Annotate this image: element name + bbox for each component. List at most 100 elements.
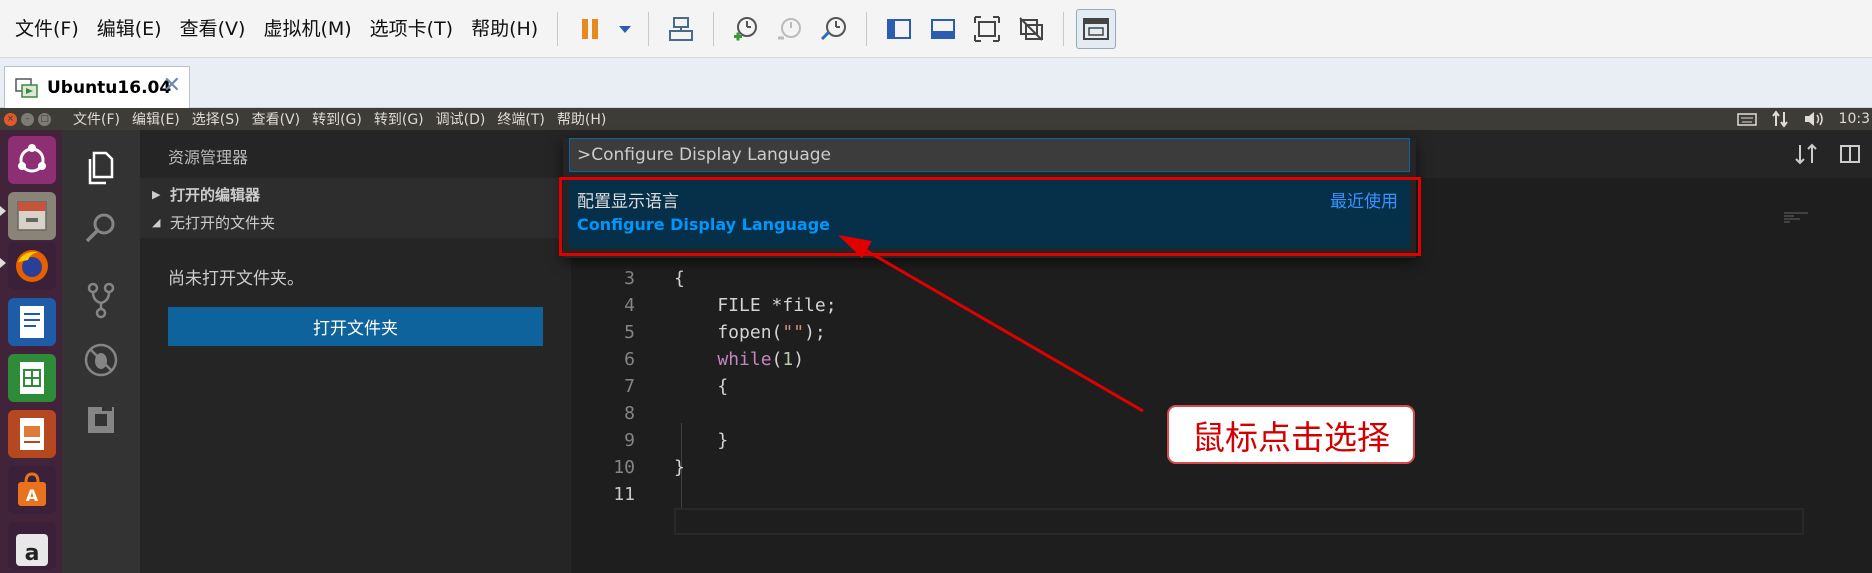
- presentation-icon: [20, 418, 44, 450]
- vm-menu-view[interactable]: 查看(V): [171, 0, 255, 58]
- window-close-icon[interactable]: ×: [4, 112, 17, 126]
- calc-icon[interactable]: [8, 354, 56, 402]
- search-button[interactable]: [81, 208, 121, 248]
- vmware-menu: 文件(F) 编辑(E) 查看(V) 虚拟机(M) 选项卡(T) 帮助(H): [0, 0, 547, 57]
- volume-icon[interactable]: [1803, 110, 1825, 128]
- snapshot-manager-button[interactable]: [814, 9, 854, 49]
- ubuntu-dash-icon[interactable]: [8, 136, 56, 184]
- firefox-logo-icon: [16, 250, 48, 282]
- minimap[interactable]: [1782, 210, 1812, 226]
- code-text: while(1): [674, 346, 804, 373]
- code-line[interactable]: 5 fopen("");: [571, 319, 1872, 346]
- editor-actions: [1794, 142, 1862, 166]
- command-palette-input[interactable]: >Configure Display Language: [569, 138, 1410, 172]
- app-menu-help[interactable]: 帮助(H): [551, 109, 612, 129]
- show-thumbnail-button[interactable]: [923, 9, 963, 49]
- code-text: {: [674, 376, 729, 397]
- code-text: {: [674, 268, 685, 289]
- power-dropdown-button[interactable]: [614, 9, 636, 49]
- snapshot-manager-icon: [821, 16, 847, 40]
- console-view-button[interactable]: [1076, 8, 1117, 49]
- running-indicator: [0, 206, 6, 216]
- app-menu-debug[interactable]: 调试(D): [430, 109, 492, 129]
- system-tray: 10:3: [1736, 108, 1872, 130]
- string-literal: "": [782, 322, 805, 343]
- open-folder-button[interactable]: 打开文件夹: [168, 307, 543, 346]
- amazon-icon[interactable]: a: [8, 522, 56, 570]
- tab-ubuntu[interactable]: Ubuntu16.04 ✕: [4, 66, 190, 108]
- code-line[interactable]: 6 while(1): [571, 346, 1872, 373]
- app-menu-file[interactable]: 文件(F): [67, 109, 126, 129]
- amazon-logo-icon: a: [16, 534, 48, 566]
- send-ctrl-alt-del-button[interactable]: [661, 9, 701, 49]
- firefox-icon[interactable]: [8, 242, 56, 290]
- close-icon[interactable]: ✕: [163, 75, 181, 97]
- network-transfer-icon[interactable]: [1771, 110, 1789, 128]
- vm-menu-edit[interactable]: 编辑(E): [88, 0, 171, 58]
- line-number: 6: [624, 349, 635, 370]
- line-number: 7: [624, 376, 635, 397]
- code-line[interactable]: 11: [571, 481, 1872, 508]
- code-token: ): [793, 349, 805, 370]
- code-line[interactable]: 4 FILE *file;: [571, 292, 1872, 319]
- clock[interactable]: 10:3: [1839, 111, 1870, 127]
- code-token: );: [804, 322, 826, 343]
- keyboard-icon[interactable]: [1736, 111, 1757, 127]
- split-editor-icon[interactable]: [1838, 142, 1862, 166]
- chevron-right-icon: ▶: [152, 187, 161, 201]
- code-text: fopen("");: [674, 319, 826, 346]
- files-icon[interactable]: [8, 192, 56, 240]
- code-token: fopen(: [674, 322, 783, 343]
- writer-icon[interactable]: [8, 298, 56, 346]
- open-editors-label: 打开的编辑器: [170, 185, 261, 204]
- code-line[interactable]: 7 {: [571, 373, 1872, 400]
- ubuntu-launcher: A a: [0, 130, 62, 573]
- no-folder-message: 尚未打开文件夹。: [168, 269, 304, 289]
- explorer-button[interactable]: [81, 148, 121, 188]
- document-icon: [20, 306, 44, 338]
- current-line-highlight: [674, 508, 1804, 535]
- code-line[interactable]: 3 {: [571, 265, 1872, 292]
- vmware-menubar: 文件(F) 编辑(E) 查看(V) 虚拟机(M) 选项卡(T) 帮助(H): [0, 0, 1872, 58]
- vm-menu-help[interactable]: 帮助(H): [462, 0, 547, 58]
- app-menu-view[interactable]: 查看(V): [246, 109, 307, 129]
- window-minimize-icon[interactable]: –: [21, 112, 34, 126]
- take-snapshot-button[interactable]: [726, 9, 766, 49]
- no-bug-icon: [84, 343, 118, 377]
- compare-changes-icon[interactable]: [1794, 142, 1818, 166]
- pause-button[interactable]: [570, 9, 610, 49]
- fullscreen-icon: [974, 15, 1001, 42]
- vm-menu-file[interactable]: 文件(F): [6, 0, 88, 58]
- app-menu-terminal[interactable]: 终端(T): [491, 109, 550, 129]
- annotation-highlight-box: [559, 177, 1421, 256]
- search-icon: [85, 213, 115, 243]
- code-text: }: [674, 457, 685, 478]
- show-library-button[interactable]: [879, 9, 919, 49]
- vmware-tabstrip: Ubuntu16.04 ✕: [0, 58, 1872, 108]
- unity-mode-button[interactable]: [1011, 9, 1051, 49]
- app-menu-goto-2[interactable]: 转到(G): [368, 109, 430, 129]
- software-center-icon[interactable]: A: [8, 466, 56, 514]
- unity-icon: [1019, 16, 1044, 41]
- annotation-callout: 鼠标点击选择: [1167, 405, 1415, 464]
- app-menu-edit[interactable]: 编辑(E): [126, 109, 186, 129]
- debug-button[interactable]: [81, 340, 121, 380]
- source-control-button[interactable]: [81, 280, 121, 320]
- line-number: 10: [613, 457, 635, 478]
- toolbar-divider: [1063, 11, 1065, 46]
- running-indicator: [0, 258, 6, 268]
- vm-menu-vm[interactable]: 虚拟机(M): [254, 0, 360, 58]
- line-number: 5: [624, 322, 635, 343]
- extensions-button[interactable]: [81, 400, 121, 440]
- keyword: while: [717, 349, 772, 370]
- svg-text:A: A: [26, 486, 39, 505]
- impress-icon[interactable]: [8, 410, 56, 458]
- app-menu-selection[interactable]: 选择(S): [186, 109, 246, 129]
- window-maximize-icon[interactable]: □: [38, 112, 51, 126]
- ubuntu-topbar: × – □ 文件(F) 编辑(E) 选择(S) 查看(V) 转到(G) 转到(G…: [0, 108, 1872, 130]
- vm-menu-tabs[interactable]: 选项卡(T): [361, 0, 462, 58]
- full-screen-button[interactable]: [967, 9, 1007, 49]
- app-menu-goto[interactable]: 转到(G): [306, 109, 368, 129]
- number-literal: 1: [782, 349, 794, 370]
- no-folder-section[interactable]: ◢ 无打开的文件夹: [140, 206, 571, 238]
